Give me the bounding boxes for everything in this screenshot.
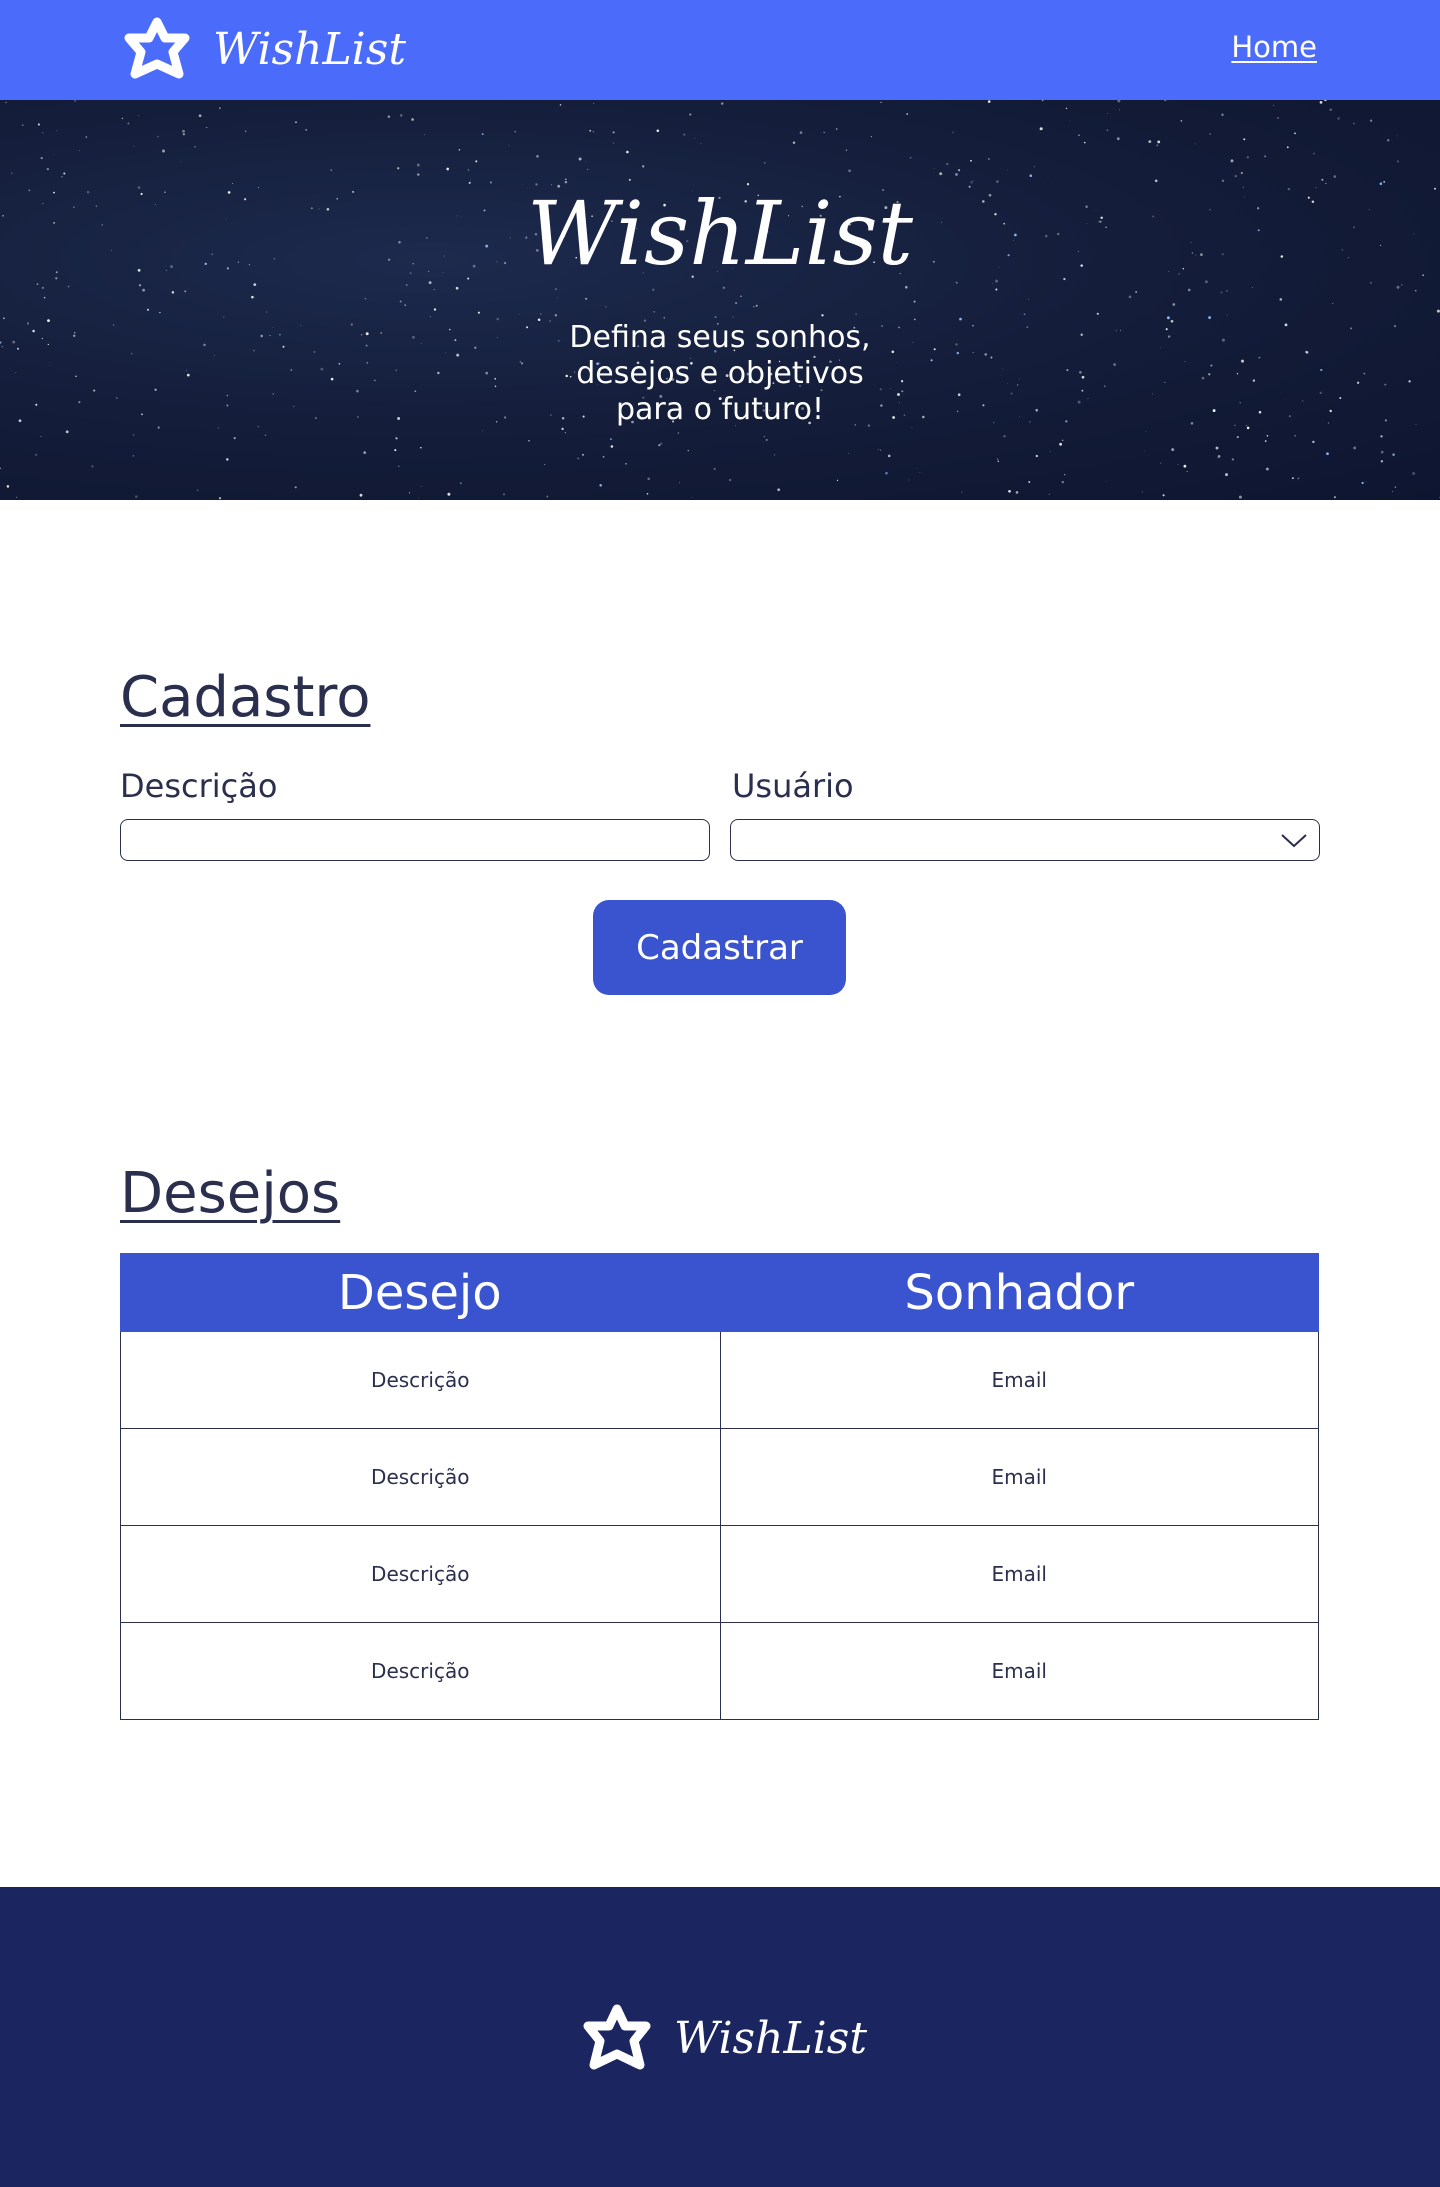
table-cell-desejo: Descrição: [120, 1332, 720, 1429]
star-logo-icon: [124, 17, 190, 79]
table-cell-desejo: Descrição: [120, 1429, 720, 1526]
table-body: Descrição Descrição Descrição Descrição …: [120, 1332, 1319, 1720]
footer-logo[interactable]: WishList: [578, 2003, 867, 2075]
descricao-input[interactable]: [120, 819, 710, 861]
star-logo-icon: [583, 2004, 651, 2070]
column-header-desejo: Desejo: [337, 1264, 502, 1321]
hero-title: WishList: [527, 182, 913, 285]
hero-subtitle: Defina seus sonhos, desejos e objetivos …: [520, 320, 920, 428]
cadastrar-button[interactable]: Cadastrar: [593, 900, 846, 995]
cadastro-title: Cadastro: [120, 665, 371, 730]
usuario-label: Usuário: [732, 767, 854, 805]
desejos-title: Desejos: [120, 1161, 341, 1226]
sonhador-column: Email Email Email Email: [719, 1332, 1319, 1720]
descricao-label: Descrição: [120, 767, 278, 805]
hero-subtitle-line: desejos e objetivos: [576, 356, 864, 391]
hero-subtitle-line: para o futuro!: [616, 392, 824, 427]
table-cell-sonhador: Email: [719, 1332, 1319, 1429]
hero-banner: WishList Defina seus sonhos, desejos e o…: [0, 100, 1440, 500]
chevron-down-icon: [1281, 834, 1307, 848]
footer-brand-name: WishList: [674, 2013, 867, 2064]
footer: WishList: [0, 1887, 1440, 2187]
starfield-background: [0, 100, 1440, 500]
hero-subtitle-line: Defina seus sonhos,: [569, 320, 871, 355]
table-cell-sonhador: Email: [719, 1526, 1319, 1623]
column-header-sonhador: Sonhador: [904, 1264, 1135, 1321]
table-cell-desejo: Descrição: [120, 1623, 720, 1720]
desejo-column: Descrição Descrição Descrição Descrição: [120, 1332, 720, 1720]
usuario-select[interactable]: [730, 819, 1320, 861]
top-navbar: WishList Home: [0, 0, 1440, 100]
table-cell-sonhador: Email: [719, 1623, 1319, 1720]
header-logo[interactable]: WishList: [119, 16, 406, 84]
table-header: Desejo Sonhador: [120, 1253, 1319, 1332]
table-cell-sonhador: Email: [719, 1429, 1319, 1526]
brand-name: WishList: [213, 24, 406, 75]
desejos-table: Desejo Sonhador Descrição Descrição Desc…: [120, 1253, 1319, 1720]
nav-home-link[interactable]: Home: [1231, 30, 1317, 64]
table-cell-desejo: Descrição: [120, 1526, 720, 1623]
